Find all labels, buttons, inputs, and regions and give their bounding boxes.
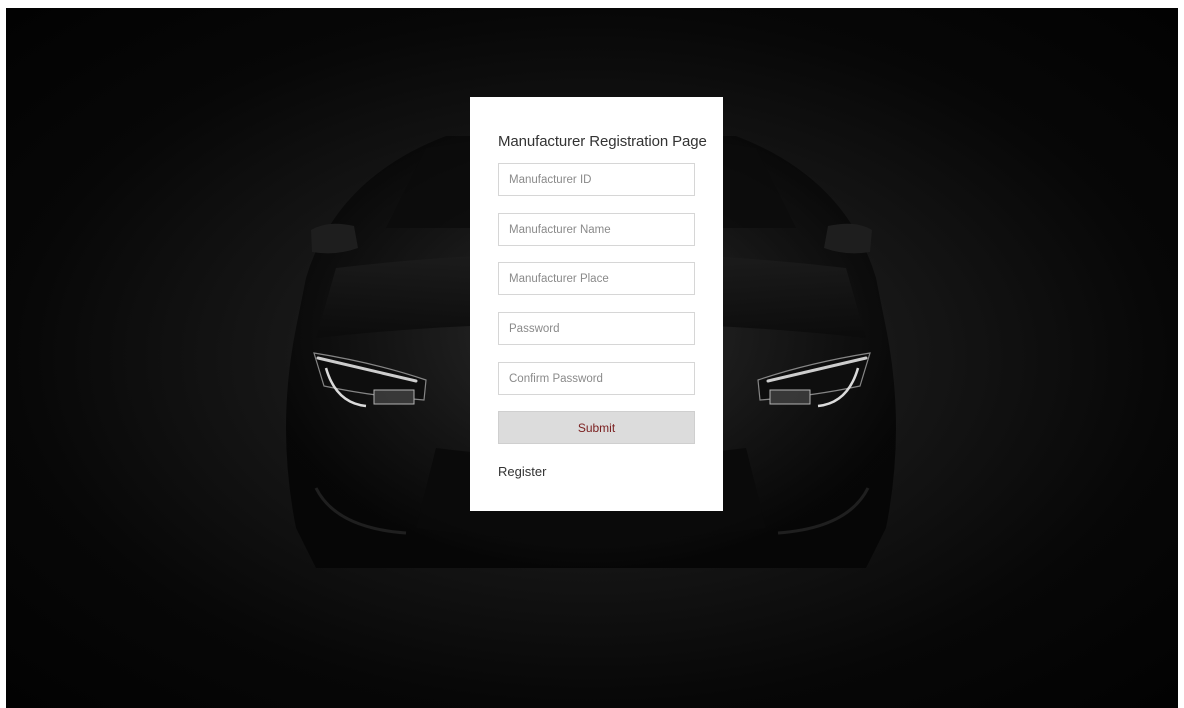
submit-button[interactable]: Submit bbox=[498, 411, 695, 444]
registration-card: Manufacturer Registration Page Submit Re… bbox=[470, 97, 723, 511]
manufacturer-place-input[interactable] bbox=[498, 262, 695, 295]
page-title: Manufacturer Registration Page bbox=[498, 133, 707, 150]
confirm-password-input[interactable] bbox=[498, 362, 695, 395]
password-input[interactable] bbox=[498, 312, 695, 345]
manufacturer-id-input[interactable] bbox=[498, 163, 695, 196]
manufacturer-name-input[interactable] bbox=[498, 213, 695, 246]
register-link[interactable]: Register bbox=[498, 464, 546, 479]
page-background: Manufacturer Registration Page Submit Re… bbox=[6, 8, 1178, 708]
